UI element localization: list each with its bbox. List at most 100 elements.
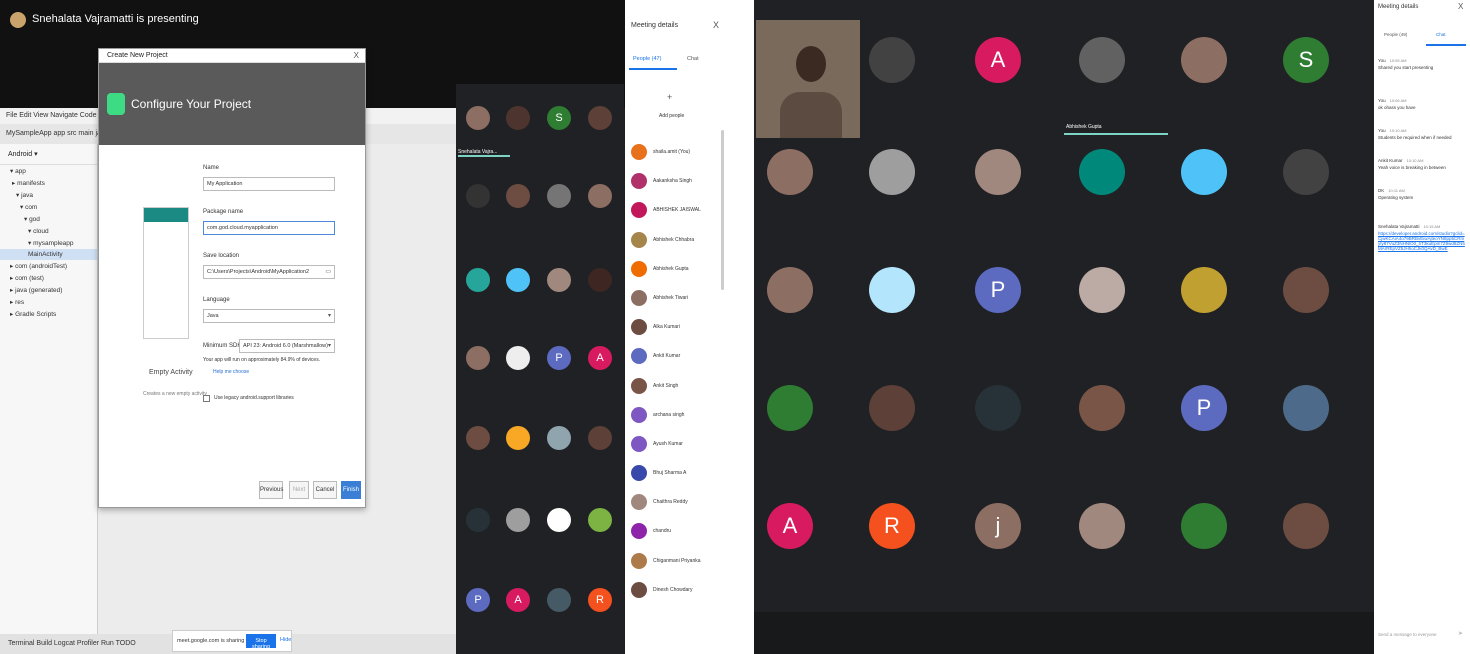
participant-initial-avatar[interactable]: A [767, 503, 813, 549]
participant-row[interactable]: Dinesh Chowdary [629, 578, 717, 607]
tree-item[interactable]: ▸ com (androidTest) [0, 260, 97, 272]
participant-row[interactable]: shaila.amit (You) [629, 140, 717, 169]
send-icon[interactable]: ➤ [1458, 630, 1463, 637]
participant-photo-avatar[interactable] [1181, 37, 1227, 83]
cancel-button[interactable]: Cancel [313, 481, 337, 499]
participant-photo-avatar[interactable] [1181, 267, 1227, 313]
chat-input[interactable]: Send a message to everyone [1378, 632, 1437, 637]
hide-button[interactable]: Hide [280, 637, 291, 643]
participant-initial-avatar[interactable]: j [975, 503, 1021, 549]
participant-photo-avatar[interactable] [547, 184, 571, 208]
add-people-icon[interactable]: + [667, 92, 672, 102]
participant-photo-avatar[interactable] [1181, 503, 1227, 549]
participant-photo-avatar[interactable] [767, 149, 813, 195]
participant-row[interactable]: Bhuj Sharma A [629, 461, 717, 490]
participant-photo-avatar[interactable] [588, 508, 612, 532]
participant-row[interactable]: Chaithra Reddy [629, 490, 717, 519]
participant-row[interactable]: Ankit Kumar [629, 344, 717, 373]
tab-chat[interactable]: Chat [1436, 32, 1446, 37]
tree-item[interactable]: ▸ manifests [0, 177, 97, 189]
participant-photo-avatar[interactable] [975, 149, 1021, 195]
minsdk-select[interactable]: API 23: Android 6.0 (Marshmallow) ▾ [239, 339, 335, 353]
participant-photo-avatar[interactable] [1283, 267, 1329, 313]
participant-photo-avatar[interactable] [1283, 385, 1329, 431]
participant-initial-avatar[interactable]: S [1283, 37, 1329, 83]
participant-photo-avatar[interactable] [869, 385, 915, 431]
close-icon[interactable]: X [1458, 2, 1463, 11]
participant-initial-avatar[interactable]: P [547, 346, 571, 370]
previous-button[interactable]: Previous [259, 481, 283, 499]
participant-photo-avatar[interactable] [547, 588, 571, 612]
add-people-button[interactable]: Add people [659, 113, 684, 119]
tree-item[interactable]: ▸ res [0, 296, 97, 308]
participant-initial-avatar[interactable]: P [466, 588, 490, 612]
participant-photo-avatar[interactable] [1283, 503, 1329, 549]
tree-item[interactable]: ▾ com [0, 201, 97, 213]
tree-item[interactable]: ▾ java [0, 189, 97, 201]
participant-row[interactable]: Chiganmani Priyanka [629, 549, 717, 578]
participant-photo-avatar[interactable] [466, 268, 490, 292]
participant-photo-avatar[interactable] [506, 106, 530, 130]
participant-photo-avatar[interactable] [506, 184, 530, 208]
people-scrollbar[interactable] [721, 130, 724, 290]
language-select[interactable]: Java ▾ [203, 309, 335, 323]
stop-sharing-button[interactable]: Stop sharing [246, 634, 276, 650]
help-me-choose-link[interactable]: Help me choose [213, 369, 249, 375]
tree-item[interactable]: ▸ Gradle Scripts [0, 308, 97, 320]
participant-photo-avatar[interactable] [506, 426, 530, 450]
name-field[interactable]: My Application [203, 177, 335, 191]
tree-item[interactable]: MainActivity [0, 249, 97, 260]
participant-photo-avatar[interactable] [1079, 385, 1125, 431]
participant-photo-avatar[interactable] [588, 426, 612, 450]
participant-row[interactable]: Abhishek Tiwari [629, 286, 717, 315]
participant-photo-avatar[interactable] [466, 426, 490, 450]
participant-row[interactable]: Abhishek Gupta [629, 257, 717, 286]
participant-photo-avatar[interactable] [466, 508, 490, 532]
participant-initial-avatar[interactable]: R [869, 503, 915, 549]
participant-photo-avatar[interactable] [466, 346, 490, 370]
legacy-libraries-checkbox[interactable] [203, 395, 210, 402]
participant-initial-avatar[interactable]: P [1181, 385, 1227, 431]
participant-photo-avatar[interactable] [466, 184, 490, 208]
message-link[interactable]: https://developer.android.com/studio?gcl… [1378, 231, 1466, 251]
participant-row[interactable]: Alka Kumari [629, 315, 717, 344]
project-view-selector[interactable]: Android ▾ [0, 144, 97, 165]
participant-photo-avatar[interactable] [975, 385, 1021, 431]
participant-photo-avatar[interactable] [588, 268, 612, 292]
tree-item[interactable]: ▸ java (generated) [0, 284, 97, 296]
participant-photo-avatar[interactable] [506, 508, 530, 532]
tree-item[interactable]: ▾ cloud [0, 225, 97, 237]
participant-photo-avatar[interactable] [547, 268, 571, 292]
participant-photo-avatar[interactable] [869, 267, 915, 313]
participant-row[interactable]: ABHISHEK JAISWAL [629, 198, 717, 227]
participant-initial-avatar[interactable]: R [588, 588, 612, 612]
tab-people[interactable]: People (47) [633, 56, 661, 62]
save-location-field[interactable]: C:\Users\Projects\Android\MyApplication2… [203, 265, 335, 279]
tree-item[interactable]: ▸ com (test) [0, 272, 97, 284]
participant-initial-avatar[interactable]: P [975, 267, 1021, 313]
participant-photo-avatar[interactable] [1079, 267, 1125, 313]
participant-row[interactable]: archana singh [629, 403, 717, 432]
participant-photo-avatar[interactable] [1283, 149, 1329, 195]
participant-photo-avatar[interactable] [588, 184, 612, 208]
participant-row[interactable]: chandru [629, 519, 717, 548]
participant-photo-avatar[interactable] [547, 508, 571, 532]
participant-initial-avatar[interactable]: A [975, 37, 1021, 83]
participant-initial-avatar[interactable]: A [506, 588, 530, 612]
finish-button[interactable]: Finish [341, 481, 361, 499]
participant-photo-avatar[interactable] [869, 37, 915, 83]
participant-initial-avatar[interactable]: S [547, 106, 571, 130]
package-field[interactable]: com.god.cloud.myapplication [203, 221, 335, 235]
participant-row[interactable]: Aakanksha Singh [629, 169, 717, 198]
participant-row[interactable]: Ankit Singh [629, 374, 717, 403]
next-button[interactable]: Next [289, 481, 309, 499]
participant-photo-avatar[interactable] [767, 267, 813, 313]
participant-photo-avatar[interactable] [1079, 503, 1125, 549]
participant-photo-avatar[interactable] [506, 346, 530, 370]
participant-photo-avatar[interactable] [767, 385, 813, 431]
participant-photo-avatar[interactable] [588, 106, 612, 130]
tree-item[interactable]: ▾ app [0, 165, 97, 177]
folder-icon[interactable]: ▭ [325, 268, 331, 275]
participant-photo-avatar[interactable] [1079, 149, 1125, 195]
close-icon[interactable]: X [713, 20, 719, 30]
